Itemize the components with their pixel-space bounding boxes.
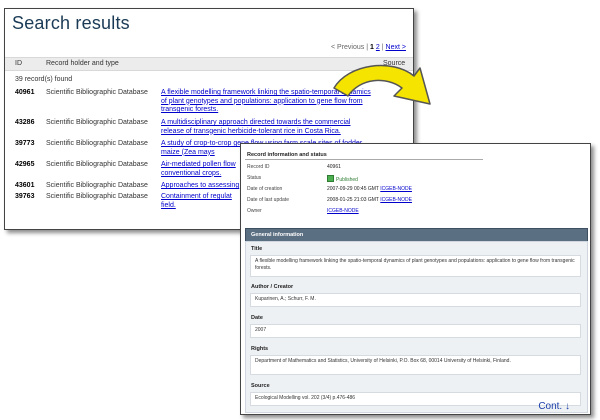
page-title: Search results xyxy=(12,13,130,33)
column-header-id[interactable]: ID xyxy=(15,60,22,67)
record-type: Scientific Bibliographic Database xyxy=(46,161,148,168)
field-label: Status xyxy=(247,175,262,181)
field-value: 2007-09-29 00:45 GMT ICGEB-NODE xyxy=(327,186,412,192)
record-id: 40961 xyxy=(15,89,35,96)
author-label: Author / Creator xyxy=(251,284,294,290)
field-label: Owner xyxy=(247,208,262,214)
record-id: 39773 xyxy=(15,140,35,147)
record-info-heading: Record information and status xyxy=(247,152,327,158)
field-value: 2008-01-25 21:03 GMT ICGEB-NODE xyxy=(327,197,412,203)
record-type: Scientific Bibliographic Database xyxy=(46,89,148,96)
record-id: 39763 xyxy=(15,193,35,200)
field-label: Date of last update xyxy=(247,197,289,203)
record-id: 43601 xyxy=(15,182,35,189)
source-value: Ecological Modelling vol. 202 (3/4) p.47… xyxy=(250,392,581,406)
source-label: Source xyxy=(251,383,270,389)
record-detail-panel: Record information and status Record ID … xyxy=(240,143,591,415)
record-title-link[interactable]: A multidisciplinary approach directed to… xyxy=(161,119,371,136)
field-value: ICGEB-NODE xyxy=(327,208,359,214)
column-header-holder[interactable]: Record holder and type xyxy=(46,60,119,67)
page-2-link[interactable]: 2 xyxy=(376,44,380,51)
field-label: Date of creation xyxy=(247,186,283,192)
pagination: < Previous | 1 2 | Next > xyxy=(331,44,406,51)
field-label: Record ID xyxy=(247,164,270,170)
general-info-heading: General information xyxy=(251,232,304,238)
date-value: 2007 xyxy=(250,324,581,338)
title-label: Title xyxy=(251,246,263,252)
record-id: 43286 xyxy=(15,119,35,126)
record-type: Scientific Bibliographic Database xyxy=(46,182,148,189)
record-title-link[interactable]: Approaches to assessing xyxy=(161,182,241,191)
published-icon xyxy=(327,175,334,182)
record-title-link[interactable]: Containment of regulat field. xyxy=(161,193,241,210)
pager-separator: | xyxy=(366,44,369,51)
creation-date-row: Date of creation 2007-09-29 00:45 GMT IC… xyxy=(247,186,412,192)
status-badge: Published xyxy=(327,175,358,183)
general-info-body: Title A flexible modelling framework lin… xyxy=(245,241,588,413)
status-row: Status Published xyxy=(247,175,358,183)
node-link[interactable]: ICGEB-NODE xyxy=(380,197,412,203)
owner-link[interactable]: ICGEB-NODE xyxy=(327,208,359,214)
pager-separator: | xyxy=(381,44,384,51)
current-page: 1 xyxy=(370,44,374,51)
continue-link[interactable]: Cont. ↓ xyxy=(538,401,570,412)
rights-label: Rights xyxy=(251,346,269,352)
next-link[interactable]: Next > xyxy=(386,44,406,51)
divider xyxy=(245,159,483,160)
curved-arrow-icon xyxy=(333,64,431,105)
date-label: Date xyxy=(251,315,263,321)
update-date-row: Date of last update 2008-01-25 21:03 GMT… xyxy=(247,197,412,203)
previous-link[interactable]: < Previous xyxy=(331,44,364,51)
general-info-bar: General information xyxy=(245,228,588,242)
record-title-link[interactable]: Air-mediated pollen flow conventional cr… xyxy=(161,161,241,178)
owner-row: Owner ICGEB-NODE xyxy=(247,208,359,214)
record-type: Scientific Bibliographic Database xyxy=(46,119,148,126)
node-link[interactable]: ICGEB-NODE xyxy=(380,186,412,192)
author-value: Kuparinen, A.; Schurr, F. M. xyxy=(250,293,581,307)
field-value: 40961 xyxy=(327,164,341,170)
rights-value: Department of Mathematics and Statistics… xyxy=(250,355,581,375)
record-id: 42965 xyxy=(15,161,35,168)
record-count: 39 record(s) found xyxy=(15,76,73,83)
record-type: Scientific Bibliographic Database xyxy=(46,193,148,200)
record-id-row: Record ID 40961 xyxy=(247,164,341,170)
title-value: A flexible modelling framework linking t… xyxy=(250,255,581,277)
record-type: Scientific Bibliographic Database xyxy=(46,140,148,147)
